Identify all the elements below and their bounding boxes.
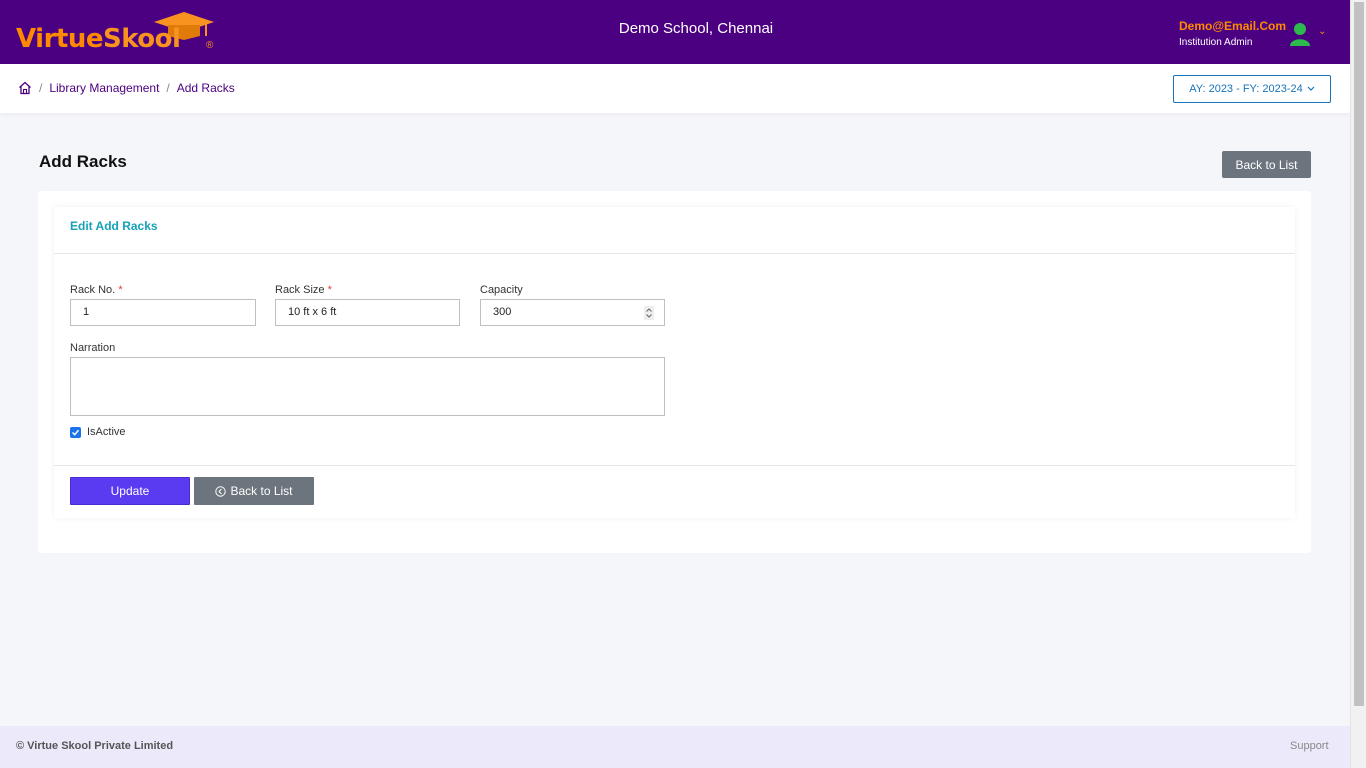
user-role: Institution Admin — [1179, 37, 1253, 48]
checkmark-icon — [71, 429, 80, 436]
narration-textarea[interactable] — [70, 357, 665, 416]
support-link[interactable]: Support — [1290, 740, 1329, 752]
academic-year-label: AY: 2023 - FY: 2023-24 — [1189, 83, 1303, 95]
breadcrumb-add-racks[interactable]: Add Racks — [177, 81, 235, 95]
number-stepper-icon[interactable] — [644, 306, 654, 320]
capacity-input[interactable]: 300 — [480, 299, 665, 326]
chevron-down-icon — [1307, 86, 1315, 91]
home-icon[interactable] — [18, 81, 32, 95]
school-name: Demo School, Chennai — [618, 20, 774, 37]
required-marker: * — [118, 284, 123, 296]
user-email: Demo@Email.Com — [1179, 19, 1287, 33]
logo-registered-mark: ® — [206, 40, 214, 51]
form-header: Edit Add Racks — [54, 207, 1295, 254]
rack-size-label-text: Rack Size — [275, 284, 325, 296]
rack-size-input[interactable]: 10 ft x 6 ft — [275, 299, 460, 326]
page-scrollbar[interactable] — [1350, 0, 1366, 768]
form-panel: Edit Add Racks Rack No. * 1 Rack Size * … — [54, 207, 1295, 518]
rack-size-label: Rack Size * — [275, 284, 332, 296]
back-to-list-button[interactable]: Back to List — [1222, 151, 1311, 178]
breadcrumb-library-management[interactable]: Library Management — [49, 81, 159, 95]
rack-no-label-text: Rack No. — [70, 284, 116, 296]
back-to-list-label: Back to List — [230, 484, 293, 498]
breadcrumb-separator: / — [39, 81, 43, 95]
academic-year-selector[interactable]: AY: 2023 - FY: 2023-24 — [1173, 75, 1331, 103]
update-button[interactable]: Update — [70, 477, 190, 505]
rack-no-input[interactable]: 1 — [70, 299, 256, 326]
chevron-down-icon[interactable]: ⌄ — [1318, 26, 1326, 37]
required-marker: * — [327, 284, 332, 296]
is-active-label[interactable]: IsActive — [87, 426, 126, 438]
back-to-list-secondary-button[interactable]: Back to List — [194, 477, 314, 505]
user-menu[interactable]: Demo@Email.Com Institution Admin — [1179, 19, 1286, 48]
breadcrumb: / Library Management / Add Racks — [18, 81, 235, 95]
user-avatar-icon[interactable] — [1289, 22, 1311, 46]
rack-no-label: Rack No. * — [70, 284, 123, 296]
form-footer-divider — [54, 465, 1295, 466]
capacity-value: 300 — [493, 306, 512, 318]
copyright-text: © Virtue Skool Private Limited — [16, 740, 174, 752]
form-card: Edit Add Racks Rack No. * 1 Rack Size * … — [38, 191, 1311, 553]
breadcrumb-separator: / — [166, 81, 170, 95]
breadcrumb-bar: / Library Management / Add Racks AY: 202… — [0, 64, 1350, 113]
narration-label: Narration — [70, 342, 116, 354]
is-active-checkbox[interactable] — [70, 427, 81, 438]
form-title: Edit Add Racks — [70, 219, 158, 233]
scrollbar-thumb[interactable] — [1354, 2, 1364, 706]
capacity-label: Capacity — [480, 284, 523, 296]
page-footer: © Virtue Skool Private Limited Support — [0, 726, 1350, 768]
back-arrow-circle-icon — [215, 485, 227, 497]
top-header: VirtueSkool ® Demo School, Chennai Demo@… — [0, 0, 1350, 64]
page-title: Add Racks — [39, 152, 127, 171]
